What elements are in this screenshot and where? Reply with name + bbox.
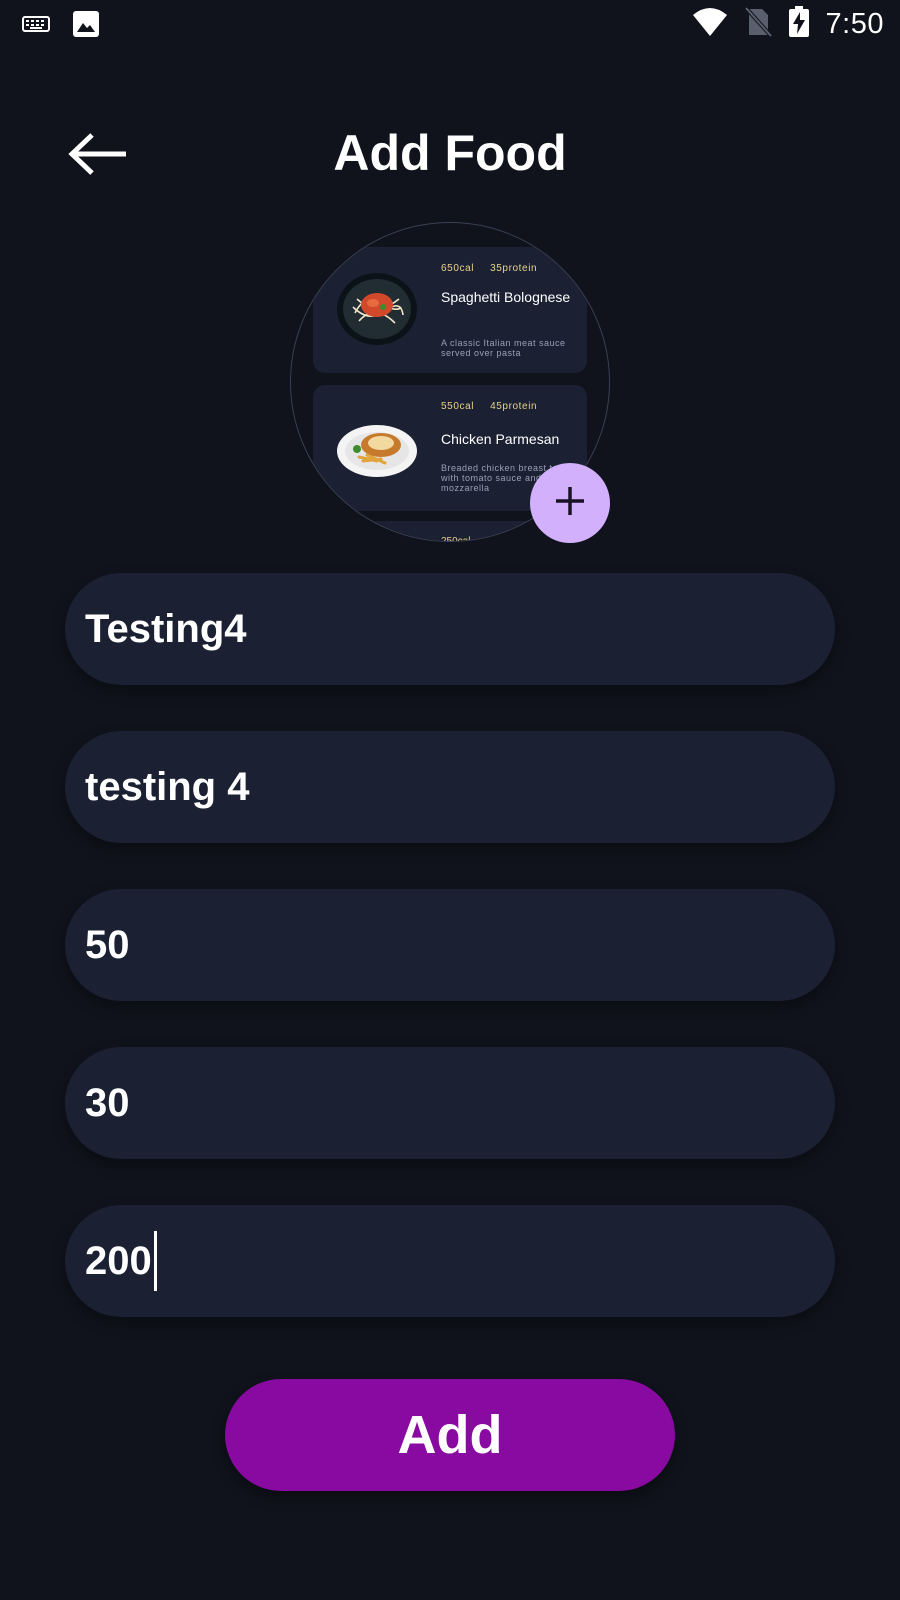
battery-charging-icon (788, 6, 810, 43)
status-time: 7:50 (825, 8, 884, 40)
description-field[interactable]: testing 4 (65, 731, 835, 843)
card-calories: 250cal (441, 536, 471, 542)
card-description: A classic Italian meat sauce served over… (441, 338, 566, 358)
spaghetti-image (337, 273, 417, 345)
field-value: 200 (85, 1238, 152, 1283)
status-bar: 7:50 (0, 0, 900, 50)
image-icon (72, 10, 100, 43)
chicken-parmesan-image (337, 411, 417, 483)
card-name: Chicken Parmesan (441, 431, 560, 447)
food-name-field[interactable]: Testing4 (65, 573, 835, 685)
calories-field[interactable]: 50 (65, 889, 835, 1001)
wifi-icon (692, 7, 728, 42)
add-photo-button[interactable] (530, 463, 610, 543)
add-button[interactable]: Add (225, 1379, 675, 1491)
card-stats: 550cal 45protein (441, 401, 537, 412)
add-food-screen: 7:50 Add Food 650cal 35protein Spaghetti… (0, 0, 900, 1600)
page-title: Add Food (333, 125, 567, 181)
text-cursor (153, 1231, 157, 1291)
card-calories: 550cal (441, 401, 475, 412)
card-name: Spaghetti Bolognese (441, 289, 571, 305)
keyboard-icon (22, 14, 50, 39)
preview-card: 650cal 35protein Spaghetti Bolognese A c… (313, 247, 587, 373)
field-value: 30 (85, 1080, 130, 1125)
field-value: Testing4 (85, 606, 247, 651)
field-value: 50 (85, 922, 130, 967)
plus-icon (553, 484, 587, 523)
card-stats: 650cal 35protein (441, 263, 537, 274)
card-protein: 45protein (490, 401, 538, 412)
protein-field[interactable]: 30 (65, 1047, 835, 1159)
field-value: testing 4 (85, 764, 250, 809)
card-calories: 650cal (441, 263, 475, 274)
serving-field[interactable]: 200 (65, 1205, 835, 1317)
card-protein: 35protein (490, 263, 538, 274)
no-sim-icon (744, 6, 773, 42)
